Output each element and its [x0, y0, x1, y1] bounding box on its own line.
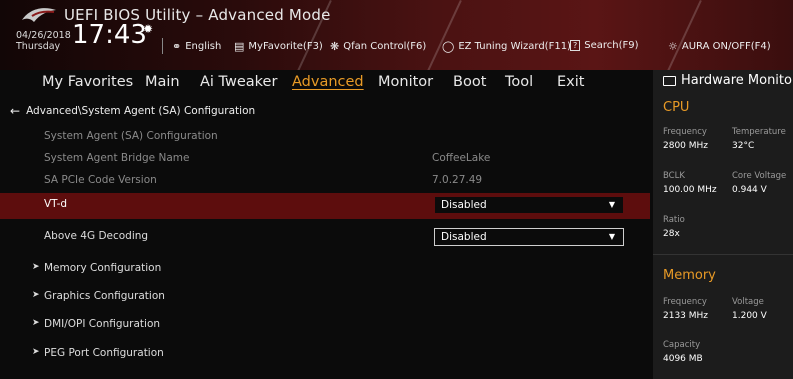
- tab-main[interactable]: Main: [145, 74, 180, 90]
- hw-divider: [653, 254, 793, 255]
- header-decoration: [666, 0, 702, 70]
- cpu-heading: CPU: [663, 100, 690, 115]
- vtd-row[interactable]: VT-d Disabled ▼: [0, 193, 650, 219]
- cpu-temperature-label: Temperature: [732, 127, 786, 137]
- submenu-label: Memory Configuration: [44, 262, 162, 274]
- chevron-right-icon: ➤: [32, 290, 40, 300]
- tab-tool[interactable]: Tool: [505, 74, 533, 90]
- search-icon: ?: [570, 40, 581, 51]
- chevron-right-icon: ➤: [32, 347, 40, 357]
- tab-advanced[interactable]: Advanced: [292, 74, 364, 90]
- chevron-right-icon: ➤: [32, 318, 40, 328]
- above-4g-row[interactable]: Above 4G Decoding Disabled ▼: [0, 225, 650, 251]
- header-decoration: [426, 0, 462, 70]
- submenu-label: PEG Port Configuration: [44, 347, 164, 359]
- globe-icon: ⚭: [172, 40, 182, 53]
- memory-heading: Memory: [663, 268, 716, 283]
- aura-button[interactable]: ☼ AURA ON/OFF(F4): [668, 40, 771, 53]
- cpu-temperature-value: 32°C: [732, 141, 755, 151]
- tab-boot[interactable]: Boot: [453, 74, 486, 90]
- memory-frequency-value: 2133 MHz: [663, 311, 709, 321]
- submenu-memory-configuration[interactable]: ➤ Memory Configuration: [0, 257, 650, 283]
- search-button[interactable]: ? Search(F9): [570, 40, 639, 51]
- search-label: Search(F9): [584, 40, 639, 51]
- hardware-monitor-title: Hardware Monitor: [663, 73, 793, 88]
- breadcrumb-path: Advanced\System Agent (SA) Configuration: [26, 105, 256, 117]
- cpu-core-voltage-value: 0.944 V: [732, 185, 767, 195]
- memory-frequency-label: Frequency: [663, 297, 707, 307]
- monitor-icon: [663, 75, 676, 86]
- cpu-bclk-label: BCLK: [663, 171, 685, 181]
- cpu-ratio-label: Ratio: [663, 215, 685, 225]
- settings-panel: ← Advanced\System Agent (SA) Configurati…: [0, 98, 650, 379]
- chevron-down-icon: ▼: [608, 232, 615, 241]
- tab-exit[interactable]: Exit: [557, 74, 584, 90]
- cpu-core-voltage-label: Core Voltage: [732, 171, 787, 181]
- setting-label: Above 4G Decoding: [44, 230, 149, 242]
- memory-voltage-label: Voltage: [732, 297, 764, 307]
- ez-tuning-button[interactable]: ◯ EZ Tuning Wizard(F11): [442, 40, 571, 53]
- submenu-peg-port-configuration[interactable]: ➤ PEG Port Configuration: [0, 342, 650, 368]
- setting-value: CoffeeLake: [432, 152, 491, 164]
- fan-icon: ❋: [330, 40, 340, 53]
- day-text: Thursday: [16, 41, 61, 52]
- main-menu: My Favorites Main Ai Tweaker Advanced Mo…: [0, 70, 652, 98]
- clock-time[interactable]: 17:43: [72, 20, 147, 50]
- breadcrumb[interactable]: ← Advanced\System Agent (SA) Configurati…: [10, 104, 255, 118]
- ez-tuning-label: EZ Tuning Wizard(F11): [458, 41, 571, 52]
- vtd-dropdown[interactable]: Disabled ▼: [434, 196, 624, 214]
- aura-label: AURA ON/OFF(F4): [681, 41, 771, 52]
- submenu-label: DMI/OPI Configuration: [44, 318, 161, 330]
- setting-label: VT-d: [44, 198, 68, 210]
- hw-title-text: Hardware Monitor: [681, 73, 793, 88]
- setting-label: System Agent (SA) Configuration: [44, 130, 218, 142]
- qfan-button[interactable]: ❋ Qfan Control(F6): [330, 40, 426, 53]
- header-divider: [162, 38, 163, 54]
- cpu-ratio-value: 28x: [663, 229, 680, 239]
- hardware-monitor-panel: Hardware Monitor CPU Frequency 2800 MHz …: [653, 70, 793, 379]
- date-text: 04/26/2018: [16, 30, 71, 41]
- aura-light-icon: ☼: [668, 40, 678, 53]
- memory-voltage-value: 1.200 V: [732, 311, 767, 321]
- gear-icon[interactable]: ✹: [143, 22, 153, 36]
- back-arrow-icon[interactable]: ←: [10, 104, 20, 118]
- tab-my-favorites[interactable]: My Favorites: [42, 74, 133, 90]
- list-icon: ▤: [234, 40, 245, 53]
- chevron-right-icon: ➤: [32, 262, 40, 272]
- chevron-down-icon: ▼: [608, 200, 615, 209]
- setting-label: System Agent Bridge Name: [44, 152, 190, 164]
- qfan-label: Qfan Control(F6): [343, 41, 427, 52]
- language-label: English: [185, 41, 222, 52]
- submenu-graphics-configuration[interactable]: ➤ Graphics Configuration: [0, 285, 650, 311]
- myfavorite-label: MyFavorite(F3): [248, 41, 323, 52]
- cpu-frequency-value: 2800 MHz: [663, 141, 709, 151]
- header-bar: UEFI BIOS Utility – Advanced Mode 04/26/…: [0, 0, 793, 70]
- memory-capacity-value: 4096 MB: [663, 354, 703, 364]
- memory-capacity-label: Capacity: [663, 340, 701, 350]
- setting-label: SA PCIe Code Version: [44, 174, 157, 186]
- submenu-dmi-opi-configuration[interactable]: ➤ DMI/OPI Configuration: [0, 313, 650, 339]
- date-display: 04/26/2018 Thursday: [16, 30, 71, 52]
- cpu-frequency-label: Frequency: [663, 127, 707, 137]
- rog-logo-icon: [22, 8, 56, 22]
- cpu-bclk-value: 100.00 MHz: [663, 185, 717, 195]
- above-4g-dropdown[interactable]: Disabled ▼: [434, 228, 624, 246]
- dropdown-value: Disabled: [441, 199, 487, 211]
- submenu-label: Graphics Configuration: [44, 290, 165, 302]
- tab-monitor[interactable]: Monitor: [378, 74, 433, 90]
- bulb-icon: ◯: [442, 40, 455, 53]
- settings-row: SA PCIe Code Version 7.0.27.49: [0, 169, 650, 195]
- setting-value: 7.0.27.49: [432, 174, 483, 186]
- tab-ai-tweaker[interactable]: Ai Tweaker: [200, 74, 277, 90]
- myfavorite-button[interactable]: ▤ MyFavorite(F3): [234, 40, 323, 53]
- dropdown-value: Disabled: [441, 231, 487, 243]
- language-button[interactable]: ⚭ English: [172, 40, 221, 53]
